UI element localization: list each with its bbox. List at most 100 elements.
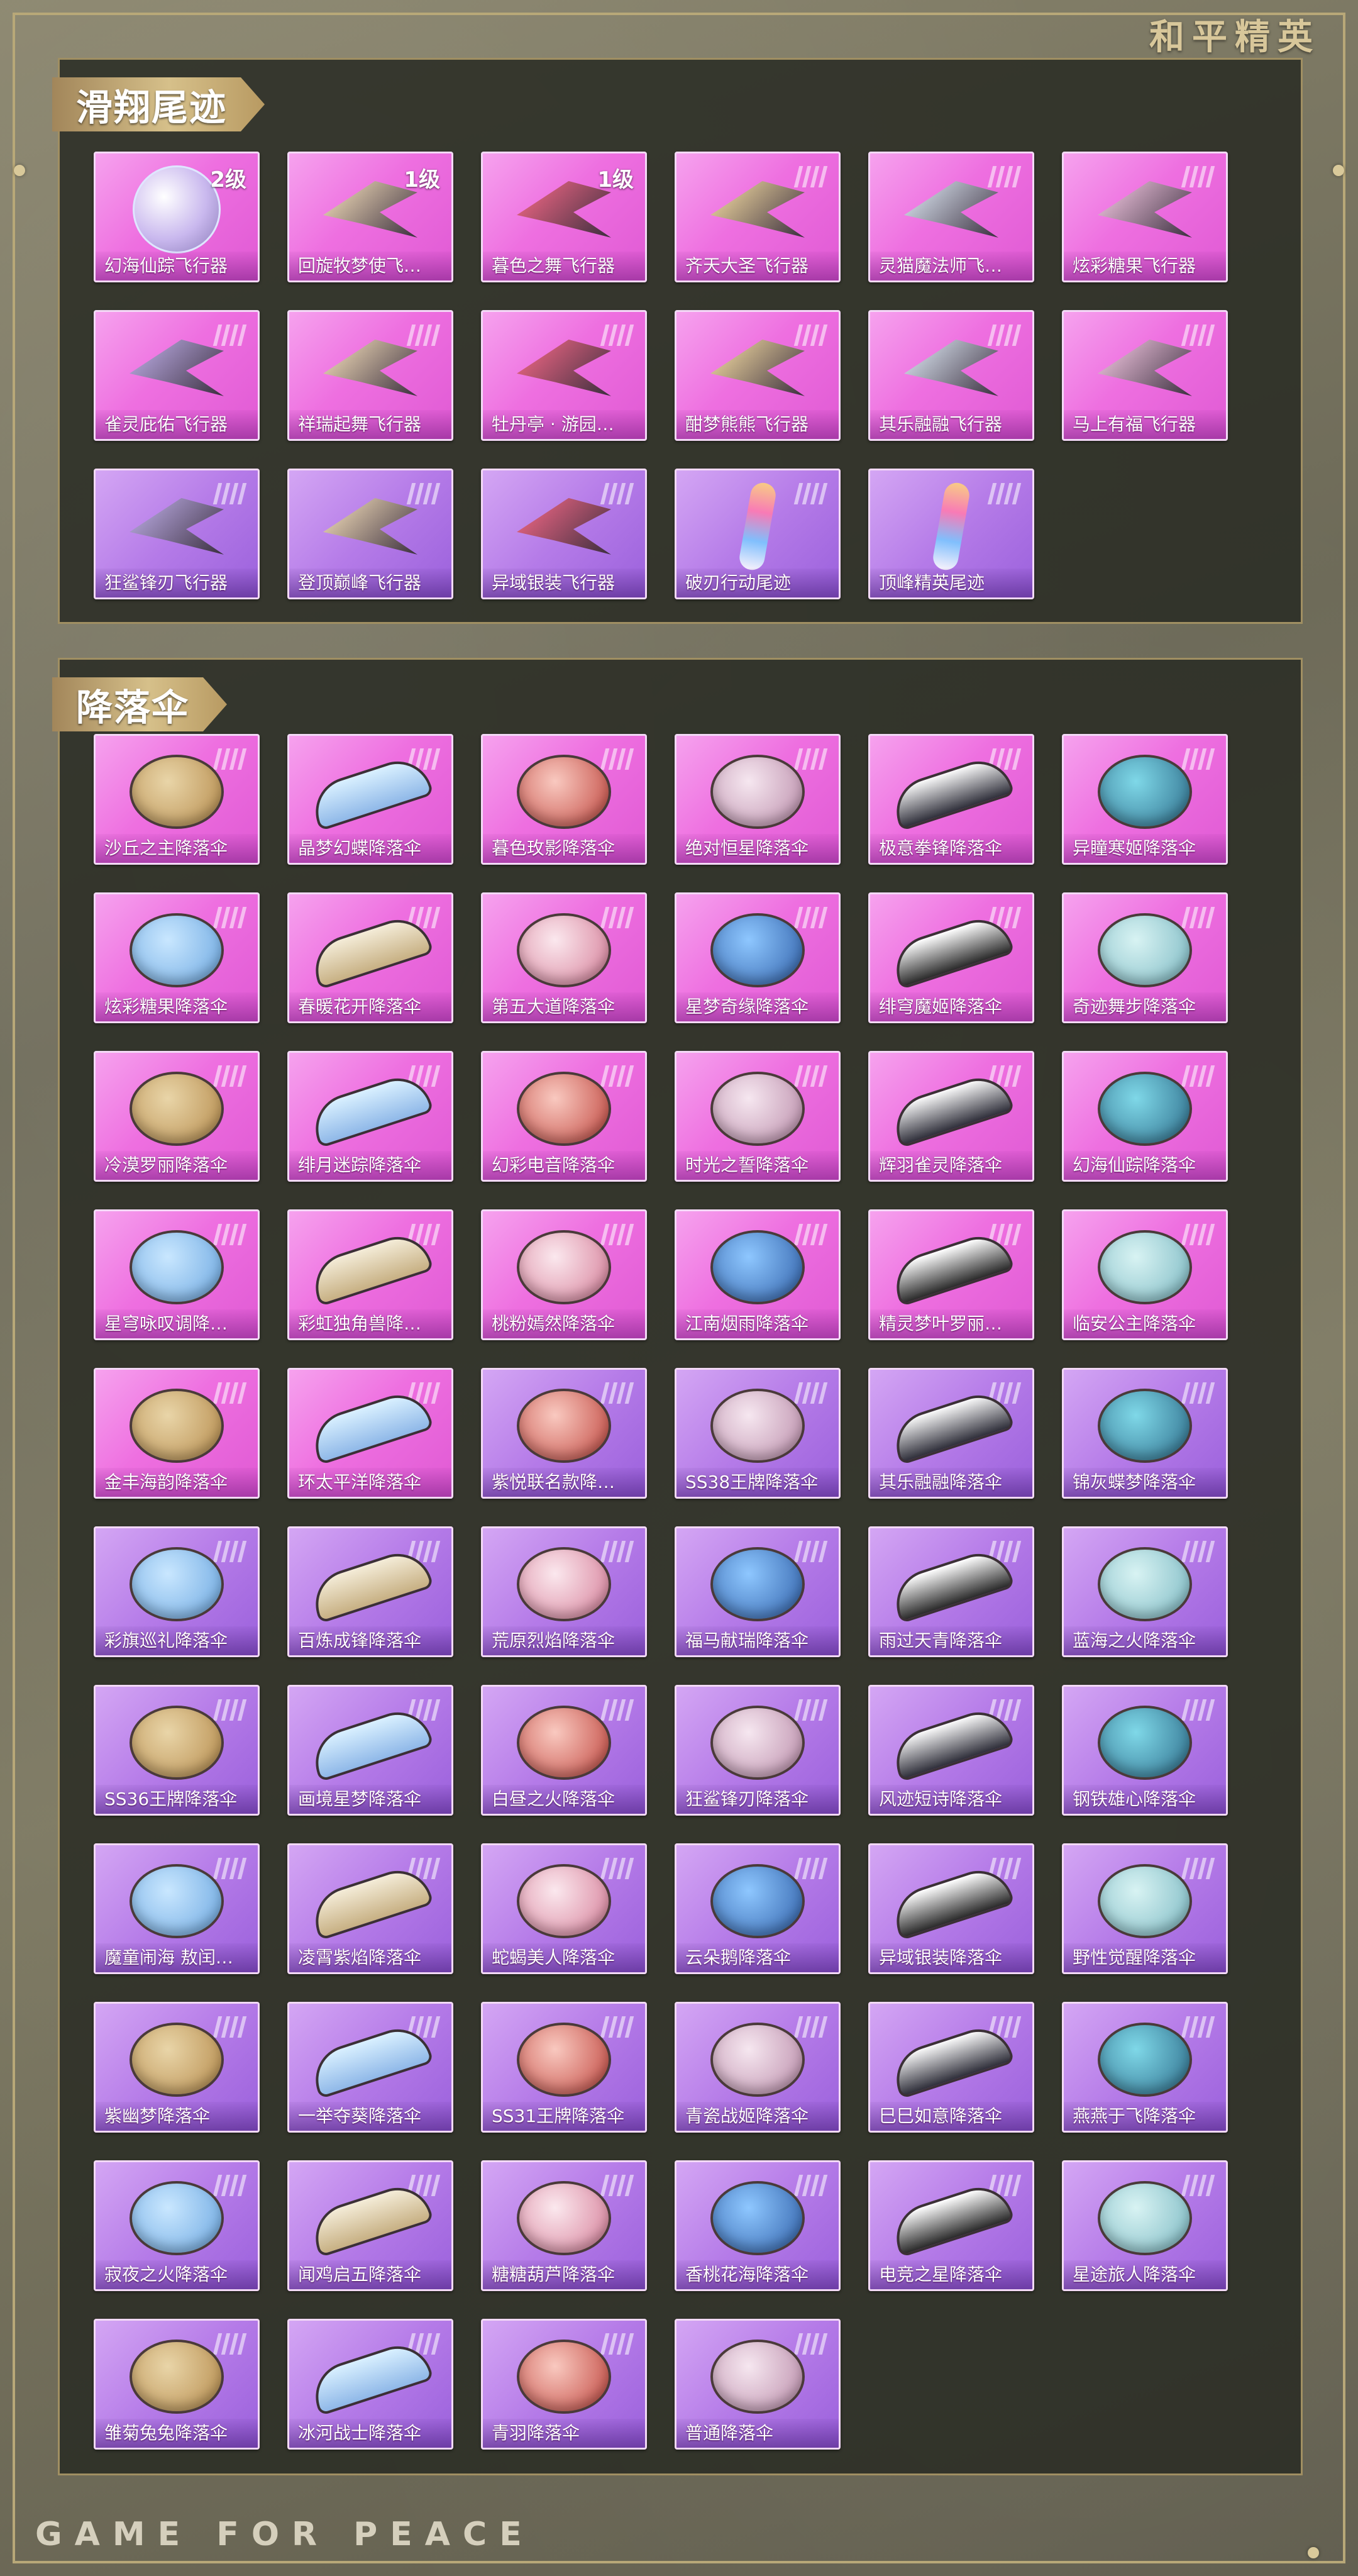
parachute-item-card[interactable]: 云朵鹅降落伞 [675,1843,841,1974]
parachute-item-card[interactable]: 风迹短诗降落伞 [868,1685,1034,1816]
parachute-item-card[interactable]: 巳巳如意降落伞 [868,2002,1034,2133]
parachute-item-card[interactable]: 普通降落伞 [675,2319,841,2450]
parachute-item-card[interactable]: 蓝海之火降落伞 [1062,1526,1228,1657]
parachute-item-card[interactable]: 燕燕于飞降落伞 [1062,2002,1228,2133]
parachute-canopy-image [130,2180,224,2255]
parachute-item-card[interactable]: 闻鸡启五降落伞 [287,2160,453,2291]
parachute-item-card[interactable]: 桃粉嫣然降落伞 [481,1209,647,1340]
glider-item-card[interactable]: 其乐融融飞行器 [868,310,1034,441]
glider-item-card[interactable]: 雀灵庇佑飞行器 [94,310,260,441]
glider-item-card[interactable]: 顶峰精英尾迹 [868,469,1034,599]
parachute-item-card[interactable]: 环太平洋降落伞 [287,1368,453,1499]
trail-effect-image [737,480,778,572]
glider-item-card[interactable]: 1级 回旋牧梦使飞… [287,152,453,282]
parachute-wing-image [306,1703,434,1782]
parachute-item-card[interactable]: 一举夺葵降落伞 [287,2002,453,2133]
parachute-item-card[interactable]: SS31王牌降落伞 [481,2002,647,2133]
glider-item-card[interactable]: 炫彩糖果飞行器 [1062,152,1228,282]
parachute-item-card[interactable]: 极意拳锋降落伞 [868,734,1034,865]
parachute-item-card[interactable]: 白昼之火降落伞 [481,1685,647,1816]
parachute-item-card[interactable]: 江南烟雨降落伞 [675,1209,841,1340]
glider-item-card[interactable]: 牡丹亭 · 游园… [481,310,647,441]
parachute-item-card[interactable]: 炫彩糖果降落伞 [94,892,260,1023]
parachute-wing-image [306,2179,434,2258]
parachute-item-card[interactable]: 魔童闹海 敖闰… [94,1843,260,1974]
parachute-item-card[interactable]: 晶梦幻蝶降落伞 [287,734,453,865]
item-name-label: 狂鲨锋刃降落伞 [676,1785,839,1814]
item-name-label: 蓝海之火降落伞 [1064,1626,1226,1655]
item-name-label: SS36王牌降落伞 [96,1785,258,1814]
item-name-label: 炫彩糖果飞行器 [1064,252,1226,280]
parachute-item-card[interactable]: 暮色玫影降落伞 [481,734,647,865]
parachute-item-card[interactable]: 异域银装降落伞 [868,1843,1034,1974]
parachute-item-card[interactable]: 彩虹独角兽降… [287,1209,453,1340]
glider-item-card[interactable]: 破刃行动尾迹 [675,469,841,599]
parachute-canopy-image [517,1071,611,1146]
parachute-item-card[interactable]: 幻彩电音降落伞 [481,1051,647,1182]
parachute-item-card[interactable]: 福马献瑞降落伞 [675,1526,841,1657]
parachute-item-card[interactable]: 绯穹魔姬降落伞 [868,892,1034,1023]
parachute-canopy-image [1098,1071,1192,1146]
glider-item-card[interactable]: 祥瑞起舞飞行器 [287,310,453,441]
parachute-item-card[interactable]: 蛇蝎美人降落伞 [481,1843,647,1974]
parachute-item-card[interactable]: 冷漠罗丽降落伞 [94,1051,260,1182]
parachute-item-card[interactable]: 钢铁雄心降落伞 [1062,1685,1228,1816]
parachute-item-card[interactable]: 雨过天青降落伞 [868,1526,1034,1657]
parachute-item-card[interactable]: SS38王牌降落伞 [675,1368,841,1499]
parachute-item-card[interactable]: 绝对恒星降落伞 [675,734,841,865]
parachute-item-card[interactable]: 星途旅人降落伞 [1062,2160,1228,2291]
parachute-section-title: 降落伞 [52,677,227,731]
glider-item-card[interactable]: 齐天大圣飞行器 [675,152,841,282]
parachute-item-card[interactable]: SS36王牌降落伞 [94,1685,260,1816]
glider-item-card[interactable]: 1级 暮色之舞飞行器 [481,152,647,282]
item-name-label: 魔童闹海 敖闰… [96,1943,258,1972]
glider-item-card[interactable]: 异域银装飞行器 [481,469,647,599]
parachute-item-card[interactable]: 电竞之星降落伞 [868,2160,1034,2291]
item-name-label: 绯穹魔姬降落伞 [870,992,1032,1021]
parachute-item-card[interactable]: 冰河战士降落伞 [287,2319,453,2450]
parachute-item-card[interactable]: 春暖花开降落伞 [287,892,453,1023]
item-name-label: 野性觉醒降落伞 [1064,1943,1226,1972]
glider-item-card[interactable]: 酣梦熊熊飞行器 [675,310,841,441]
glider-item-card[interactable]: 2级 幻海仙踪飞行器 [94,152,260,282]
parachute-item-card[interactable]: 星梦奇缘降落伞 [675,892,841,1023]
parachute-item-card[interactable]: 临安公主降落伞 [1062,1209,1228,1340]
parachute-item-card[interactable]: 香桃花海降落伞 [675,2160,841,2291]
parachute-item-card[interactable]: 第五大道降落伞 [481,892,647,1023]
parachute-item-card[interactable]: 凌霄紫焰降落伞 [287,1843,453,1974]
glider-item-card[interactable]: 灵猫魔法师飞… [868,152,1034,282]
parachute-item-card[interactable]: 锦灰蝶梦降落伞 [1062,1368,1228,1499]
parachute-item-card[interactable]: 野性觉醒降落伞 [1062,1843,1228,1974]
parachute-item-card[interactable]: 异瞳寒姬降落伞 [1062,734,1228,865]
parachute-item-card[interactable]: 青瓷战姬降落伞 [675,2002,841,2133]
glider-item-card[interactable]: 狂鲨锋刃飞行器 [94,469,260,599]
parachute-item-card[interactable]: 画境星梦降落伞 [287,1685,453,1816]
parachute-item-card[interactable]: 星穹咏叹调降… [94,1209,260,1340]
parachute-item-card[interactable]: 雏菊兔兔降落伞 [94,2319,260,2450]
parachute-item-card[interactable]: 沙丘之主降落伞 [94,734,260,865]
parachute-item-card[interactable]: 寂夜之火降落伞 [94,2160,260,2291]
parachute-item-card[interactable]: 精灵梦叶罗丽… [868,1209,1034,1340]
parachute-item-card[interactable]: 荒原烈焰降落伞 [481,1526,647,1657]
parachute-item-card[interactable]: 紫悦联名款降… [481,1368,647,1499]
parachute-item-card[interactable]: 时光之誓降落伞 [675,1051,841,1182]
parachute-wing-image [887,2179,1015,2258]
parachute-item-card[interactable]: 幻海仙踪降落伞 [1062,1051,1228,1182]
footer-slogan: GAME FOR PEACE [35,2516,534,2553]
glider-item-card[interactable]: 登顶巅峰飞行器 [287,469,453,599]
parachute-item-card[interactable]: 其乐融融降落伞 [868,1368,1034,1499]
parachute-item-card[interactable]: 奇迹舞步降落伞 [1062,892,1228,1023]
glider-item-card[interactable]: 马上有福飞行器 [1062,310,1228,441]
parachute-item-card[interactable]: 彩旗巡礼降落伞 [94,1526,260,1657]
parachute-item-card[interactable]: 糖糖葫芦降落伞 [481,2160,647,2291]
parachute-item-card[interactable]: 绯月迷踪降落伞 [287,1051,453,1182]
parachute-item-card[interactable]: 辉羽雀灵降落伞 [868,1051,1034,1182]
parachute-item-card[interactable]: 青羽降落伞 [481,2319,647,2450]
parachute-item-card[interactable]: 百炼成锋降落伞 [287,1526,453,1657]
parachute-item-card[interactable]: 紫幽梦降落伞 [94,2002,260,2133]
parachute-item-card[interactable]: 狂鲨锋刃降落伞 [675,1685,841,1816]
trail-effect-image [931,480,971,572]
parachute-item-card[interactable]: 金丰海韵降落伞 [94,1368,260,1499]
item-name-label: 暮色玫影降落伞 [483,834,645,863]
parachute-wing-image [306,1386,434,1465]
